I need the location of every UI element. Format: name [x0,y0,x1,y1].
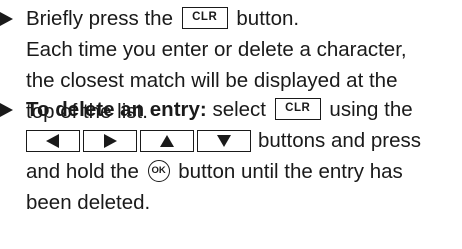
instruction-heading: To delete an entry: [26,98,207,121]
right-arrow-key-icon [83,129,137,152]
text-line: been deleted. [26,191,151,214]
text-line: and hold the OK button until the entry h… [0,156,462,187]
text-line: Each time you enter or delete a characte… [26,38,407,61]
text-fragment: buttons and press [258,129,421,152]
bullet-arrow-icon [0,103,13,117]
text-fragment: button until the entry has [178,160,403,183]
text-line: the closest match will be displayed at t… [26,69,398,92]
down-arrow-key-icon [197,129,251,152]
text-fragment: select [212,98,267,121]
text-line: To delete an entry: select CLR using the [0,94,462,125]
arrow-keys-group [26,124,251,155]
instruction-delete-entry: To delete an entry: select CLR using the… [0,94,462,218]
text-fragment: button. [236,7,300,30]
up-arrow-key-icon [140,129,194,152]
text-line: buttons and press [0,125,462,156]
clr-key-icon: CLR [274,97,321,120]
text-line: Briefly press the CLR button. [0,3,462,34]
text-fragment: Briefly press the [26,7,173,30]
clr-key-icon: CLR [181,6,228,29]
ok-button-icon: OK [147,159,170,182]
text-fragment: using the [329,98,413,121]
bullet-arrow-icon [0,12,13,26]
text-fragment: and hold the [26,160,139,183]
left-arrow-key-icon [26,129,80,152]
